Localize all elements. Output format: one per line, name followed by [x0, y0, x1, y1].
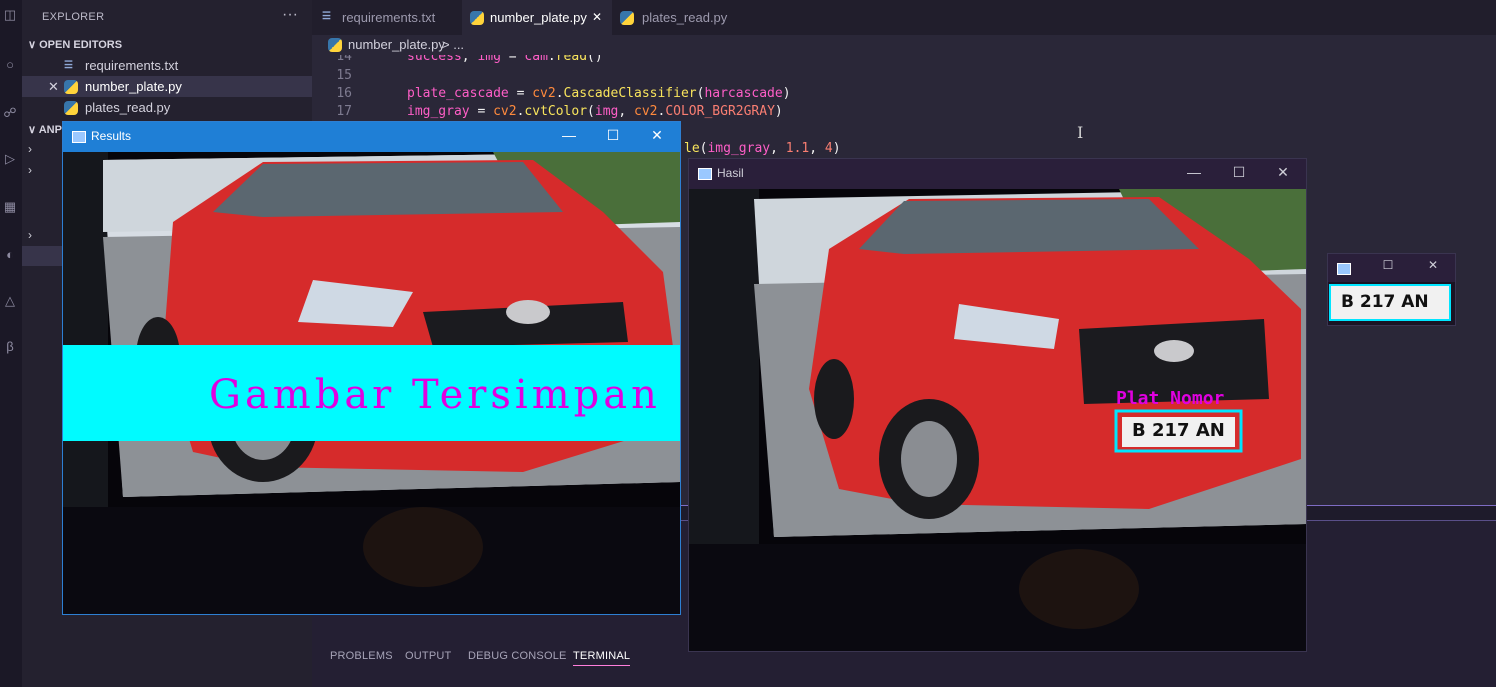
close-icon[interactable]: ✕ [48, 76, 59, 97]
plate-number-text: B 217 AN [1132, 420, 1225, 441]
python-file-icon [64, 101, 78, 115]
maximize-button[interactable]: ☐ [1373, 258, 1403, 272]
run-debug-icon[interactable]: ▷ [3, 152, 17, 166]
crop-titlebar[interactable]: ☐ ✕ [1328, 254, 1455, 282]
camera-frame-image: Gambar Tersimpan [63, 152, 680, 614]
tab-output[interactable]: OUTPUT [405, 637, 451, 667]
text-cursor-icon: I [1077, 123, 1084, 142]
txt-file-icon: ☰ [64, 60, 73, 71]
line-number: 17 [336, 104, 352, 119]
python-file-icon [328, 38, 342, 52]
tab-problems[interactable]: PROBLEMS [330, 637, 393, 667]
open-editor-label: number_plate.py [85, 79, 182, 94]
tab-requirements[interactable]: ☰ requirements.txt [312, 0, 462, 35]
open-editor-label: requirements.txt [85, 58, 179, 73]
breadcrumb: number_plate.py > ... [312, 35, 1496, 55]
extensions-icon[interactable]: ▦ [3, 200, 17, 214]
window-app-icon [72, 131, 86, 143]
minimize-button[interactable]: — [1179, 164, 1209, 180]
search-icon[interactable]: ○ [3, 58, 17, 72]
chevron-down-icon: ∨ [28, 39, 37, 51]
open-editor-item[interactable]: ☰ requirements.txt [22, 55, 312, 76]
code-line: success, img = cam.read() [407, 55, 603, 64]
activity-bar: ◫ ○ ☍ ▷ ▦ ◐ △ β [0, 0, 22, 687]
explorer-title: EXPLORER [42, 11, 105, 23]
plate-number-text: B 217 AN [1341, 292, 1429, 312]
line-number: 14 [336, 55, 352, 64]
line-number: 15 [336, 68, 352, 83]
open-editor-item[interactable]: plates_read.py [22, 97, 312, 118]
chevron-right-icon[interactable]: › [28, 228, 32, 242]
python-file-icon [620, 11, 634, 25]
tab-debug-console[interactable]: DEBUG CONSOLE [468, 637, 567, 667]
breadcrumb-file[interactable]: number_plate.py [348, 35, 445, 55]
hasil-window[interactable]: Hasil — ☐ ✕ Plat Nomor B 217 AN [688, 158, 1307, 652]
minimize-button[interactable]: — [554, 127, 584, 143]
chevron-right-icon[interactable]: › [28, 163, 32, 177]
plate-crop-window[interactable]: ☐ ✕ B 217 AN [1327, 253, 1456, 326]
txt-file-icon: ☰ [322, 11, 331, 22]
window-title: Results [91, 129, 132, 143]
editor-tabs: ☰ requirements.txt number_plate.py ✕ pla… [312, 0, 1496, 35]
window-app-icon [1337, 263, 1351, 275]
more-actions-icon[interactable]: ··· [282, 6, 298, 24]
chevron-down-icon: ∨ [28, 124, 37, 136]
tab-terminal[interactable]: TERMINAL [573, 637, 631, 666]
files-icon[interactable]: ◫ [3, 8, 17, 22]
window-app-icon [698, 168, 712, 180]
code-line: img_gray = cv2.cvtColor(img, cv2.COLOR_B… [407, 104, 783, 119]
testing-icon[interactable]: △ [3, 294, 17, 308]
close-button[interactable]: ✕ [642, 127, 672, 144]
plate-crop-image: B 217 AN [1329, 284, 1451, 321]
python-file-icon [64, 80, 78, 94]
window-title: Hasil [717, 166, 744, 180]
code-line-partial: le(img_gray, 1.1, 4) [684, 141, 841, 156]
results-window[interactable]: Results — ☐ ✕ Gambar Tersimpan [62, 121, 681, 615]
close-button[interactable]: ✕ [1268, 164, 1298, 181]
tab-number-plate[interactable]: number_plate.py ✕ [462, 0, 612, 35]
remote-icon[interactable]: ◐ [3, 248, 17, 262]
open-editor-item-active[interactable]: ✕ number_plate.py [22, 76, 312, 97]
account-icon[interactable]: β [3, 340, 17, 354]
tab-plates-read[interactable]: plates_read.py [612, 0, 752, 35]
line-number: 16 [336, 86, 352, 101]
folder-header[interactable]: ∨ ANP [28, 123, 62, 136]
breadcrumb-trail[interactable]: > ... [442, 35, 464, 55]
saved-banner-text: Gambar Tersimpan [209, 372, 661, 418]
detection-label: Plat Nomor [1116, 388, 1225, 409]
hasil-titlebar[interactable]: Hasil — ☐ ✕ [689, 159, 1306, 189]
maximize-button[interactable]: ☐ [1224, 164, 1254, 181]
chevron-right-icon[interactable]: › [28, 142, 32, 156]
open-editor-label: plates_read.py [85, 100, 171, 115]
close-icon[interactable]: ✕ [592, 0, 602, 35]
open-editors-header[interactable]: ∨ OPEN EDITORS [28, 38, 122, 51]
python-file-icon [470, 11, 484, 25]
close-button[interactable]: ✕ [1418, 258, 1448, 272]
camera-frame-image: Plat Nomor B 217 AN [689, 189, 1306, 651]
code-line: plate_cascade = cv2.CascadeClassifier(ha… [407, 86, 791, 101]
results-titlebar[interactable]: Results — ☐ ✕ [63, 122, 680, 152]
source-control-icon[interactable]: ☍ [3, 106, 17, 120]
maximize-button[interactable]: ☐ [598, 127, 628, 144]
